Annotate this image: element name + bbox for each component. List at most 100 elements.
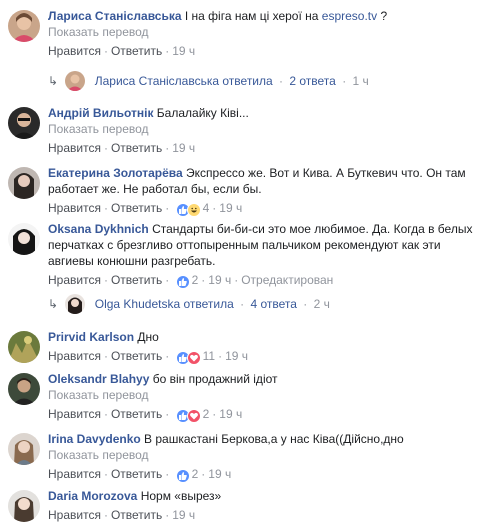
reply-thread-author[interactable]: Olga Khudetska (95, 297, 180, 311)
separator: · (165, 407, 170, 421)
separator: · (218, 349, 223, 363)
avatar[interactable] (8, 10, 40, 42)
reaction-count[interactable]: 2 (192, 273, 199, 287)
reply-button[interactable]: Ответить (111, 407, 162, 421)
show-translation-link[interactable]: Показать перевод (48, 121, 484, 137)
reply-button[interactable]: Ответить (111, 508, 162, 522)
like-button[interactable]: Нравится (48, 508, 101, 522)
reply-thread-link[interactable]: ↳ Лариса Станіславська ответила · 2 отве… (48, 71, 369, 91)
comment-time[interactable]: 19 ч (219, 201, 242, 215)
like-button[interactable]: Нравится (48, 467, 101, 481)
like-button[interactable]: Нравится (48, 273, 101, 287)
avatar (65, 294, 86, 314)
like-button[interactable]: Нравится (48, 201, 101, 215)
reply-thread-author[interactable]: Лариса Станіславська (95, 74, 219, 88)
reactions[interactable] (175, 351, 201, 365)
comment-author[interactable]: Андрій Вильотнік (48, 106, 153, 120)
reaction-count[interactable]: 2 (192, 467, 199, 481)
reaction-count[interactable]: 2 (203, 407, 210, 421)
comment-time[interactable]: 19 ч (219, 407, 242, 421)
avatar[interactable] (8, 223, 40, 255)
comment-text: В рашкастані Беркова,а у нас Ківа((Дійсн… (144, 432, 404, 446)
separator: · (103, 141, 108, 155)
avatar[interactable] (8, 331, 40, 363)
comment-author[interactable]: Oksana Dykhnich (48, 222, 149, 236)
like-reaction-icon (175, 275, 190, 289)
like-button[interactable]: Нравится (48, 141, 101, 155)
reactions[interactable] (175, 409, 201, 423)
reply-button[interactable]: Ответить (111, 44, 162, 58)
reply-thread-time: 2 ч (313, 297, 330, 311)
show-translation-link[interactable]: Показать перевод (48, 447, 484, 463)
comment-time[interactable]: 19 ч (172, 508, 195, 522)
separator: · (201, 273, 206, 287)
comment-author[interactable]: Екатерина Золотарёва (48, 166, 183, 180)
show-translation-link[interactable]: Показать перевод (48, 24, 484, 40)
reactions[interactable] (175, 469, 190, 483)
separator: · (165, 141, 170, 155)
comment-author[interactable]: Лариса Станіславська (48, 9, 182, 23)
reply-button[interactable]: Ответить (111, 349, 162, 363)
reply-thread-count[interactable]: 4 ответа (250, 297, 296, 311)
comment-link[interactable]: espreso.tv (322, 9, 377, 23)
separator: · (103, 467, 108, 481)
reply-arrow-icon: ↳ (48, 297, 59, 311)
comment-text: Норм «вырез» (140, 489, 222, 503)
avatar[interactable] (8, 373, 40, 405)
separator: · (103, 201, 108, 215)
reply-button[interactable]: Ответить (111, 141, 162, 155)
haha-reaction-icon (186, 203, 201, 217)
avatar[interactable] (8, 167, 40, 199)
reply-thread-verb: ответила (183, 297, 234, 311)
comment-time[interactable]: 19 ч (225, 349, 248, 363)
comment-time[interactable]: 19 ч (208, 273, 231, 287)
reply-button[interactable]: Ответить (111, 273, 162, 287)
separator: · (103, 349, 108, 363)
separator: · (103, 273, 108, 287)
avatar[interactable] (8, 107, 40, 139)
reaction-count[interactable]: 11 (203, 349, 215, 363)
comment-author[interactable]: Irina Davydenko (48, 432, 141, 446)
separator: · (212, 201, 217, 215)
separator: · (165, 44, 170, 58)
like-button[interactable]: Нравится (48, 349, 101, 363)
love-reaction-icon (186, 409, 201, 423)
comment-text: Дно (137, 330, 159, 344)
separator: · (165, 273, 170, 287)
separator: · (212, 407, 217, 421)
edited-label[interactable]: Отредактирован (241, 273, 333, 287)
separator: · (103, 508, 108, 522)
comment-author[interactable]: Daria Morozova (48, 489, 137, 503)
reply-arrow-icon: ↳ (48, 74, 59, 88)
comment-time[interactable]: 19 ч (172, 141, 195, 155)
separator: · (342, 74, 347, 88)
comment-time[interactable]: 19 ч (208, 467, 231, 481)
like-button[interactable]: Нравится (48, 44, 101, 58)
comment-text-after: ? (377, 9, 388, 23)
reply-button[interactable]: Ответить (111, 467, 162, 481)
love-reaction-icon (186, 351, 201, 365)
separator: · (303, 297, 308, 311)
separator: · (165, 201, 170, 215)
reply-button[interactable]: Ответить (111, 201, 162, 215)
comment-author[interactable]: Prirvid Karlson (48, 330, 134, 344)
reply-thread-link[interactable]: ↳ Olga Khudetska ответила · 4 ответа · 2… (48, 294, 330, 314)
reply-thread-count[interactable]: 2 ответа (289, 74, 335, 88)
reaction-count[interactable]: 4 (203, 201, 210, 215)
separator: · (165, 467, 170, 481)
comment-text: І на фіга нам ці херої на (184, 9, 319, 23)
avatar[interactable] (8, 490, 40, 522)
separator: · (165, 349, 170, 363)
reactions[interactable] (175, 275, 190, 289)
comment-time[interactable]: 19 ч (172, 44, 195, 58)
comment-author[interactable]: Oleksandr Blahyy (48, 372, 149, 386)
separator: · (103, 407, 108, 421)
like-button[interactable]: Нравится (48, 407, 101, 421)
show-translation-link[interactable]: Показать перевод (48, 387, 484, 403)
separator: · (201, 467, 206, 481)
avatar (65, 71, 86, 91)
separator: · (165, 508, 170, 522)
separator: · (279, 74, 284, 88)
reactions[interactable] (175, 203, 201, 217)
avatar[interactable] (8, 433, 40, 465)
